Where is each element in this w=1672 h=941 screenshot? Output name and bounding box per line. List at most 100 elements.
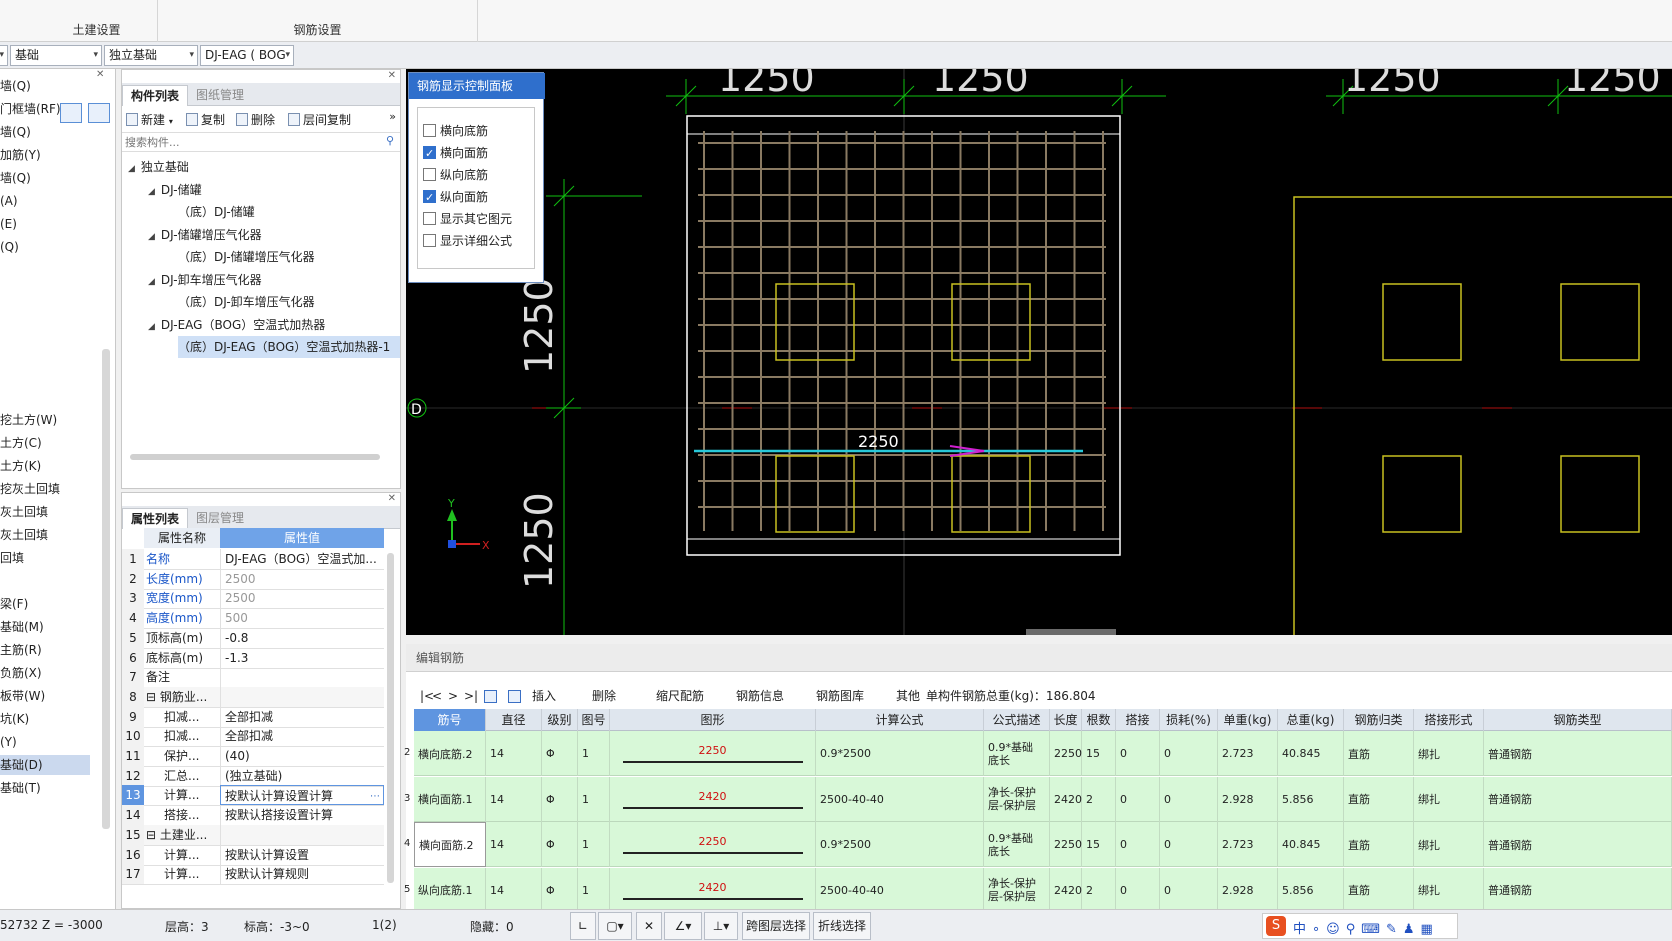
property-row[interactable]: 14 搭接... 按默认搭接设置计算 — [122, 805, 384, 827]
expand-icon[interactable]: ◢ — [148, 187, 155, 197]
column-header[interactable]: 钢筋类型 — [1484, 709, 1672, 731]
nav-item[interactable]: (Y) — [0, 732, 17, 752]
checkbox[interactable] — [423, 144, 436, 164]
table-row[interactable]: 5 纵向底筋.1 14 Φ 1 2420 2500-40-40 净长-保护 层-保护层 2420… — [404, 867, 1672, 913]
property-value[interactable]: 按默认搭接设置计算 — [220, 805, 384, 826]
cell-lap[interactable]: 0 — [1116, 822, 1160, 867]
tree-node[interactable]: ◢ DJ-储罐 — [148, 179, 202, 201]
left-nav-scrollbar[interactable] — [102, 349, 110, 829]
display-option[interactable]: 显示其它图元 — [423, 209, 512, 229]
property-row[interactable]: 5 顶标高(m) -0.8 — [122, 627, 384, 649]
property-row[interactable]: 6 底标高(m) -1.3 — [122, 647, 384, 669]
column-header[interactable]: 根数 — [1082, 709, 1116, 731]
cross-layer-select-button[interactable]: 跨图层选择 — [742, 912, 810, 940]
nav-item[interactable]: 墙(Q) — [0, 76, 31, 96]
cell-dia[interactable]: 14 — [486, 822, 542, 867]
column-header[interactable]: 图号 — [578, 709, 610, 731]
nav-item[interactable]: 土方(K) — [0, 456, 41, 476]
rebar-shape-cell[interactable]: 2250 — [610, 822, 816, 867]
rebar-shape-cell[interactable]: 2250 — [610, 731, 816, 776]
angle-button[interactable]: ∠▾ — [664, 912, 702, 940]
nav-item[interactable]: (Q) — [0, 237, 19, 257]
scale-rebar-button[interactable]: 缩尺配筋 — [656, 684, 704, 708]
property-value[interactable]: DJ-EAG（BOG）空温式加... — [220, 549, 384, 569]
cell-type[interactable]: 普通钢筋 — [1484, 776, 1672, 822]
snap-button[interactable]: ⊥▾ — [704, 912, 738, 940]
table-row[interactable]: 3 横向面筋.1 14 Φ 1 2420 2500-40-40 净长-保护 层-保护层 2420… — [404, 776, 1672, 822]
cell-desc[interactable]: 0.9*基础 底长 — [984, 822, 1050, 867]
expand-icon[interactable]: ◢ — [148, 277, 155, 287]
tab-property-list[interactable]: 属性列表 — [122, 508, 189, 529]
property-row[interactable]: 8 ⊟ 钢筋业... — [122, 686, 384, 708]
property-value[interactable]: 500 — [220, 608, 384, 629]
ortho-button[interactable]: ∟ — [570, 912, 596, 940]
property-value[interactable] — [220, 686, 384, 707]
tree-node[interactable]: ◢ 独立基础 — [128, 156, 189, 178]
property-row[interactable]: 13 计算... 按默认计算设置计算 ⋯ — [122, 785, 384, 807]
display-option[interactable]: 显示详细公式 — [423, 231, 512, 251]
tab-component-list[interactable]: 构件列表 — [122, 85, 189, 106]
property-value[interactable]: 全部扣减 — [220, 706, 384, 727]
nav-item[interactable]: 坑(K) — [0, 709, 29, 729]
cell-lap[interactable]: 0 — [1116, 776, 1160, 822]
tree-node[interactable]: ◢ DJ-卸车增压气化器 — [148, 269, 262, 291]
property-value[interactable]: -0.8 — [220, 627, 384, 648]
cell-fig[interactable]: 1 — [578, 731, 610, 776]
cell-loss[interactable]: 0 — [1160, 867, 1218, 913]
more-icon[interactable]: » — [389, 110, 396, 123]
close-icon[interactable]: ✕ — [388, 493, 396, 504]
property-value[interactable]: 2500 — [220, 568, 384, 589]
property-value[interactable]: (独立基础) — [220, 765, 384, 786]
cell-desc[interactable]: 净长-保护 层-保护层 — [984, 867, 1050, 913]
cell-name[interactable]: 横向面筋.2 — [414, 822, 486, 867]
cell-grade[interactable]: Φ — [542, 867, 578, 913]
display-option[interactable]: 纵向面筋 — [423, 187, 488, 208]
property-row[interactable]: 3 宽度(mm) 2500 — [122, 588, 384, 610]
tree-node[interactable]: （底）DJ-储罐 — [178, 201, 255, 223]
cross-select-button[interactable]: ✕ — [636, 912, 662, 940]
cell-dia[interactable]: 14 — [486, 731, 542, 776]
rebar-info-button[interactable]: 钢筋信息 — [736, 684, 784, 708]
copy-button[interactable]: 复制 — [186, 110, 225, 130]
move-up-icon[interactable] — [484, 690, 497, 703]
cell-total[interactable]: 40.845 — [1278, 822, 1344, 867]
cell-total[interactable]: 5.856 — [1278, 776, 1344, 822]
nav-item[interactable]: 墙(Q) — [0, 122, 31, 142]
cell-loss[interactable]: 0 — [1160, 776, 1218, 822]
property-value[interactable]: 全部扣减 — [220, 726, 384, 747]
nav-item[interactable]: (A) — [0, 191, 18, 211]
column-header[interactable]: 损耗(%) — [1160, 709, 1218, 731]
nav-item[interactable]: 基础(D) — [0, 755, 90, 775]
cell-type[interactable]: 普通钢筋 — [1484, 822, 1672, 867]
table-row[interactable]: 2 横向底筋.2 14 Φ 1 2250 0.9*2500 0.9*基础 底长 2250 15 0 0… — [404, 731, 1672, 776]
cell-lapform[interactable]: 绑扎 — [1414, 776, 1484, 822]
cell-lap[interactable]: 0 — [1116, 867, 1160, 913]
cell-count[interactable]: 2 — [1082, 867, 1116, 913]
cell-fig[interactable]: 1 — [578, 776, 610, 822]
cell-formula[interactable]: 0.9*2500 — [816, 822, 984, 867]
property-row[interactable]: 16 计算... 按默认计算设置 — [122, 844, 384, 866]
property-row[interactable]: 10 扣减... 全部扣减 — [122, 726, 384, 748]
cell-grade[interactable]: Φ — [542, 822, 578, 867]
column-header[interactable]: 筋号 — [414, 709, 486, 731]
tree-node[interactable]: （底）DJ-卸车增压气化器 — [178, 291, 315, 313]
tree-scrollbar[interactable] — [130, 454, 380, 460]
cell-class[interactable]: 直筋 — [1344, 731, 1414, 776]
cell-lapform[interactable]: 绑扎 — [1414, 731, 1484, 776]
combo-category[interactable]: 基础 ▾ — [10, 45, 102, 66]
nav-item[interactable]: 挖灰土回填 — [0, 479, 60, 499]
prev-button[interactable]: < — [432, 684, 442, 708]
nav-item[interactable]: 回填 — [0, 548, 24, 568]
cad-canvas[interactable]: 2250 1250 1250 1250 1250 1250 1250 D Y X — [406, 69, 1672, 635]
delete-button[interactable]: 删除 — [236, 110, 275, 130]
checkbox[interactable] — [423, 168, 436, 181]
cell-len[interactable]: 2420 — [1050, 776, 1082, 822]
combo-floor[interactable]: ▾ — [0, 45, 8, 66]
cell-len[interactable]: 2420 — [1050, 867, 1082, 913]
cell-count[interactable]: 15 — [1082, 731, 1116, 776]
property-value[interactable] — [220, 667, 384, 688]
property-value[interactable]: 按默认计算设置 — [220, 844, 384, 865]
tree-node[interactable]: ◢ DJ-储罐增压气化器 — [148, 224, 262, 246]
property-value[interactable]: (40) — [220, 746, 384, 766]
nav-item[interactable]: 基础(M) — [0, 617, 44, 637]
